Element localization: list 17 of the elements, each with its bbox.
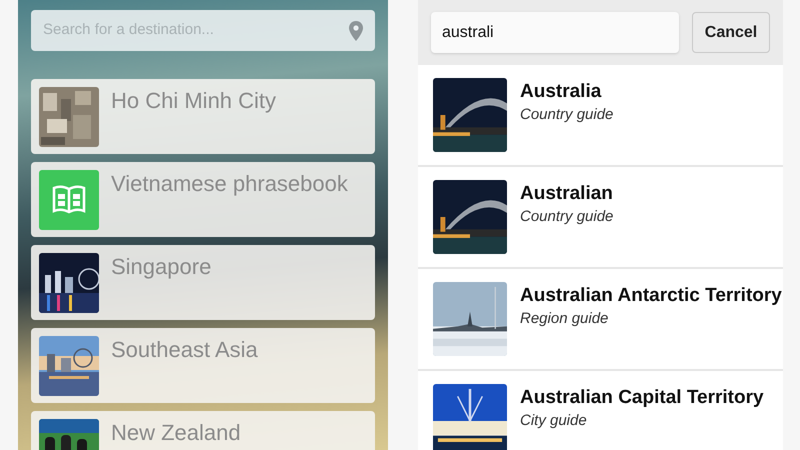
result-subtitle: Country guide	[520, 105, 614, 125]
result-subtitle: Country guide	[520, 207, 614, 227]
result-subtitle: Region guide	[520, 309, 610, 329]
destination-title: Singapore	[111, 253, 212, 281]
result-title: Australian Capital Territory	[520, 386, 764, 410]
destination-title: Vietnamese phrasebook	[111, 170, 348, 198]
destination-title: Ho Chi Minh City	[111, 87, 276, 115]
result-subtitle: City guide	[520, 411, 588, 431]
book-icon	[52, 185, 86, 215]
result-title: Australian Antarctic Territory	[520, 284, 782, 308]
location-pin-icon	[349, 20, 363, 40]
destination-title: New Zealand	[111, 419, 241, 447]
cancel-button[interactable]: Cancel	[692, 12, 770, 53]
destination-title: Southeast Asia	[111, 336, 258, 364]
search-field[interactable]: australi	[431, 12, 680, 53]
result-title: Australia	[520, 80, 602, 104]
result-title: Australian	[520, 182, 614, 206]
